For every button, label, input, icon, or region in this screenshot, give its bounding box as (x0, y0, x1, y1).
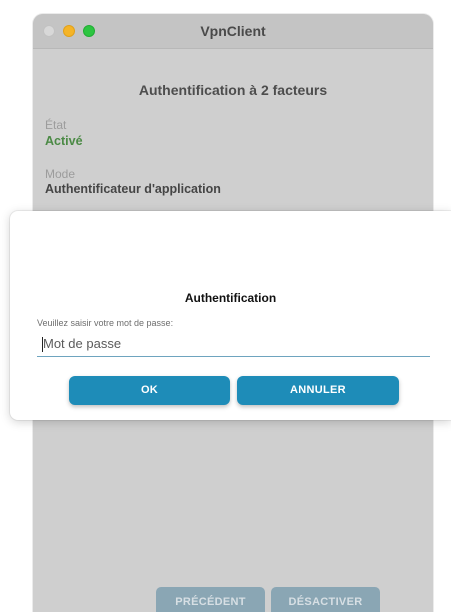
state-label: État (45, 118, 67, 132)
dialog-title: Authentification (184, 291, 277, 305)
text-cursor (42, 337, 43, 352)
page-title: Authentification à 2 facteurs (138, 82, 328, 98)
cancel-button[interactable]: ANNULER (237, 376, 399, 405)
previous-button[interactable]: PRÉCÉDENT (156, 587, 265, 612)
deactivate-button[interactable]: DÉSACTIVER (271, 587, 380, 612)
ok-button[interactable]: OK (69, 376, 230, 405)
window-titlebar: VpnClient (33, 14, 433, 49)
state-value: Activé (45, 134, 83, 148)
password-prompt-label: Veuillez saisir votre mot de passe: (37, 318, 174, 328)
mode-value: Authentificateur d'application (45, 182, 221, 196)
window-title: VpnClient (200, 23, 266, 39)
authentication-dialog: Authentification Veuillez saisir votre m… (10, 211, 451, 420)
password-input[interactable] (37, 331, 430, 357)
mode-label: Mode (45, 167, 76, 181)
